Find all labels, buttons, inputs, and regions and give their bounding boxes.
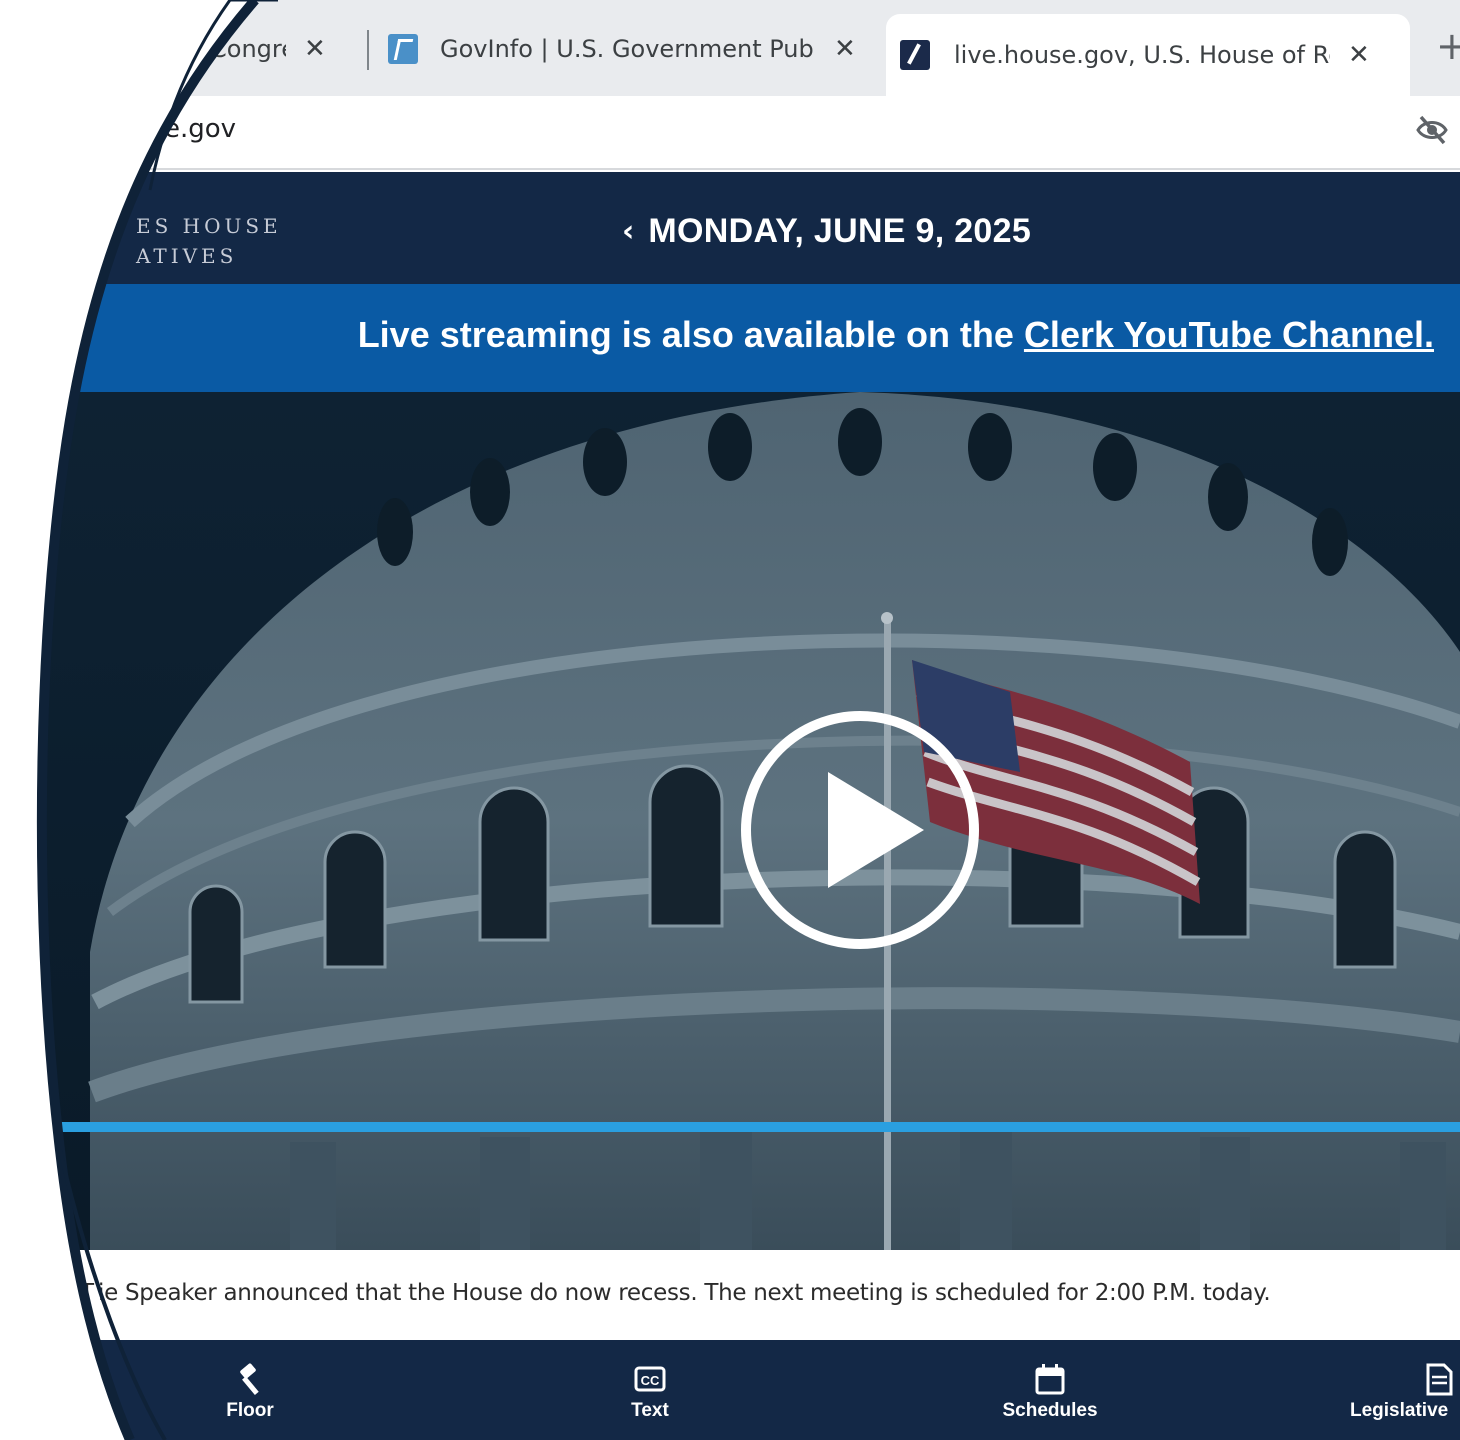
tracking-protection-icon[interactable] — [1414, 112, 1450, 148]
new-tab-button[interactable]: + — [1436, 24, 1460, 68]
tab-title: GovInfo | U.S. Government Publis — [440, 35, 816, 63]
play-button-icon[interactable] — [740, 710, 980, 950]
video-progress-bar[interactable] — [0, 1122, 1460, 1132]
tab-congress[interactable]: Congres ✕ — [120, 14, 360, 84]
tab-title: live.house.gov, U.S. House of Repr — [954, 41, 1330, 69]
tab-title: Congres — [210, 35, 286, 63]
house-icon — [900, 40, 930, 70]
nav-floor[interactable]: Floor — [160, 1362, 340, 1422]
calendar-icon — [1035, 1364, 1065, 1395]
video-player[interactable] — [0, 392, 1460, 1250]
floor-status-message: T ie Speaker announced that the House do… — [80, 1280, 1271, 1306]
nav-label: Legislative — [1350, 1400, 1449, 1421]
close-tab-icon[interactable]: ✕ — [1348, 40, 1370, 70]
banner-text: Live streaming is also available on the … — [358, 314, 1434, 356]
current-date: MONDAY, JUNE 9, 2025 — [648, 212, 1032, 250]
address-bar[interactable]: e.gov — [0, 96, 1460, 170]
close-tab-icon[interactable]: ✕ — [304, 34, 326, 64]
nav-label: Text — [631, 1400, 669, 1421]
tab-separator — [367, 30, 369, 70]
bottom-nav: Floor CC Text Schedules Legislative — [0, 1340, 1460, 1440]
site-logo-line2[interactable]: ATIVES — [136, 244, 237, 268]
site-logo-line1[interactable]: ES HOUSE — [136, 214, 282, 238]
nav-label: Floor — [226, 1400, 274, 1421]
nav-legislative[interactable]: Legislative — [1350, 1362, 1460, 1422]
tab-live-house[interactable]: live.house.gov, U.S. House of Repr ✕ — [886, 14, 1410, 96]
clerk-youtube-link[interactable]: Clerk YouTube Channel. — [1024, 314, 1434, 355]
youtube-banner: Live streaming is also available on the … — [0, 284, 1460, 392]
nav-schedules[interactable]: Schedules — [960, 1362, 1140, 1422]
tab-govinfo[interactable]: GovInfo | U.S. Government Publis ✕ — [382, 14, 872, 84]
svg-text:CC: CC — [641, 1373, 660, 1388]
browser-tab-strip: Congres ✕ GovInfo | U.S. Government Publ… — [0, 0, 1460, 96]
document-icon — [1426, 1363, 1453, 1396]
nav-label: Schedules — [1002, 1400, 1098, 1421]
site-header: ES HOUSE ATIVES ‹ MONDAY, JUNE 9, 2025 — [0, 172, 1460, 284]
previous-day-chevron-icon[interactable]: ‹ — [622, 216, 634, 247]
gavel-icon — [240, 1363, 259, 1395]
govinfo-icon — [388, 34, 418, 64]
banner-message: Live streaming is also available on the — [357, 314, 1024, 355]
nav-text[interactable]: CC Text — [560, 1362, 740, 1422]
url-text[interactable]: e.gov — [164, 114, 236, 144]
close-tab-icon[interactable]: ✕ — [834, 34, 856, 64]
date-navigator: ‹ MONDAY, JUNE 9, 2025 — [622, 212, 1031, 251]
cc-icon: CC — [634, 1366, 666, 1392]
